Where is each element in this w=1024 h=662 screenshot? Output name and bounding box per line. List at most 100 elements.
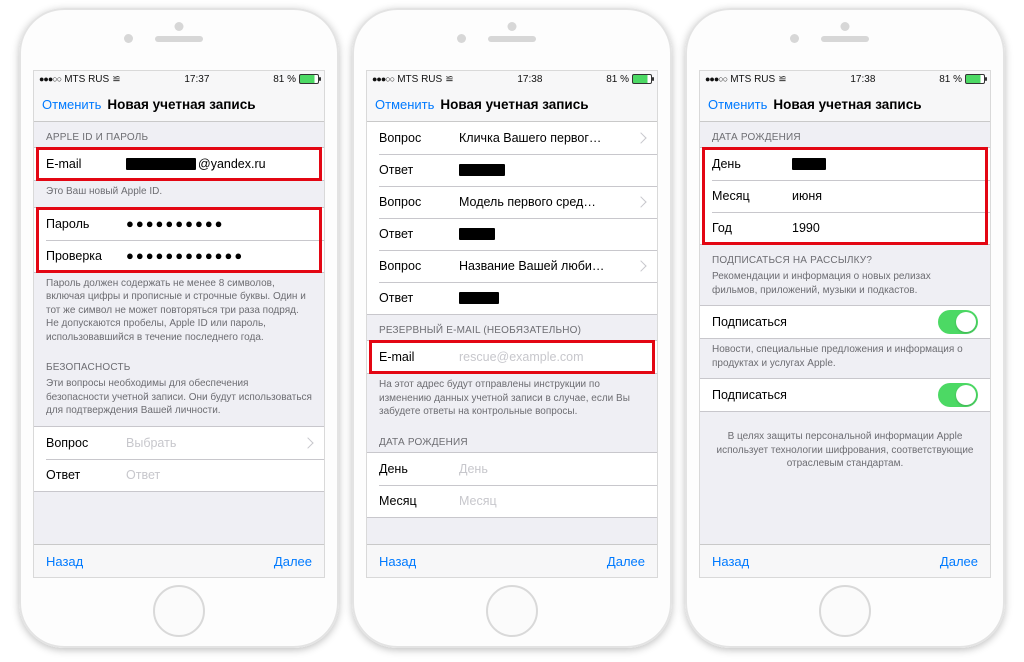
battery-icon	[299, 74, 319, 84]
email-footer: Это Ваш новый Apple ID.	[34, 181, 324, 207]
year-value: 1990	[792, 221, 978, 235]
q3-label: Вопрос	[379, 259, 459, 273]
answer-label: Ответ	[46, 468, 126, 482]
chevron-right-icon	[302, 437, 313, 448]
next-button[interactable]: Далее	[940, 554, 978, 569]
chevron-right-icon	[635, 196, 646, 207]
subscribe-toggle-2[interactable]: Подписаться	[700, 379, 990, 411]
battery-label: 81 %	[939, 74, 962, 85]
redacted-answer3	[459, 292, 499, 304]
password-label: Пароль	[46, 217, 126, 231]
question2-field[interactable]: Вопрос Модель первого сред…	[367, 186, 657, 218]
dob-group: День День Месяц Месяц	[367, 452, 657, 518]
subscribe-footer1: Рекомендации и информация о новых релиза…	[700, 270, 990, 305]
home-button[interactable]	[486, 585, 538, 637]
privacy-footer: В целях защиты персональной информации A…	[700, 412, 990, 479]
answer-field[interactable]: Ответ Ответ	[34, 459, 324, 491]
answer2-field[interactable]: Ответ	[367, 218, 657, 250]
answer1-field[interactable]: Ответ	[367, 154, 657, 186]
next-button[interactable]: Далее	[607, 554, 645, 569]
question1-field[interactable]: Вопрос Кличка Вашего первог…	[367, 122, 657, 154]
email-field[interactable]: E-mail @yandex.ru	[34, 148, 324, 180]
phone-2: ●●●○○ MTS RUS ≌ 17:38 81 % Отменить Нова…	[352, 8, 672, 648]
subscribe-group1: Подписаться	[700, 305, 990, 339]
q3-value: Название Вашей люби…	[459, 259, 631, 273]
footer-bar: Назад Далее	[34, 544, 324, 577]
clock: 17:38	[517, 74, 542, 85]
a1-label: Ответ	[379, 163, 459, 177]
screen-2: ●●●○○ MTS RUS ≌ 17:38 81 % Отменить Нова…	[366, 70, 658, 578]
phone-1: ●●●○○ MTS RUS ≌ 17:37 81 % Отменить Нова…	[19, 8, 339, 648]
q1-value: Кличка Вашего первог…	[459, 131, 631, 145]
cancel-button[interactable]: Отменить	[375, 97, 434, 112]
cancel-button[interactable]: Отменить	[708, 97, 767, 112]
nav-bar: Отменить Новая учетная запись	[367, 87, 657, 122]
password-value: ●●●●●●●●●●	[126, 216, 312, 231]
password-field[interactable]: Пароль ●●●●●●●●●●	[34, 208, 324, 240]
subscribe-label: Подписаться	[712, 315, 787, 329]
back-button[interactable]: Назад	[46, 554, 83, 569]
home-button[interactable]	[153, 585, 205, 637]
password-group: Пароль ●●●●●●●●●● Проверка ●●●●●●●●●●●●	[34, 207, 324, 273]
back-button[interactable]: Назад	[379, 554, 416, 569]
subscribe-label-2: Подписаться	[712, 388, 787, 402]
verify-field[interactable]: Проверка ●●●●●●●●●●●●	[34, 240, 324, 272]
questions-group: Вопрос Кличка Вашего первог… Ответ Вопро…	[367, 122, 657, 315]
month-placeholder: Месяц	[459, 494, 645, 508]
status-bar: ●●●○○ MTS RUS ≌ 17:38 81 %	[367, 71, 657, 87]
status-bar: ●●●○○ MTS RUS ≌ 17:38 81 %	[700, 71, 990, 87]
answer3-field[interactable]: Ответ	[367, 282, 657, 314]
password-footer: Пароль должен содержать не менее 8 симво…	[34, 273, 324, 353]
month-field[interactable]: Месяц июня	[700, 180, 990, 212]
redacted-day	[792, 158, 826, 170]
backup-email-header: РЕЗЕРВНЫЙ E-MAIL (НЕОБЯЗАТЕЛЬНО)	[367, 315, 657, 340]
question-placeholder: Выбрать	[126, 436, 298, 450]
screen-3: ●●●○○ MTS RUS ≌ 17:38 81 % Отменить Нова…	[699, 70, 991, 578]
day-label: День	[379, 462, 459, 476]
signal-icon: ●●●○○	[39, 74, 61, 84]
question3-field[interactable]: Вопрос Название Вашей люби…	[367, 250, 657, 282]
subscribe-toggle-1[interactable]: Подписаться	[700, 306, 990, 338]
page-title: Новая учетная запись	[107, 97, 255, 112]
signal-icon: ●●●○○	[705, 74, 727, 84]
verify-value: ●●●●●●●●●●●●	[126, 248, 312, 263]
page-title: Новая учетная запись	[773, 97, 921, 112]
next-button[interactable]: Далее	[274, 554, 312, 569]
battery-label: 81 %	[273, 74, 296, 85]
cancel-button[interactable]: Отменить	[42, 97, 101, 112]
month-value: июня	[792, 189, 978, 203]
q2-value: Модель первого сред…	[459, 195, 631, 209]
month-field[interactable]: Месяц Месяц	[367, 485, 657, 517]
email-value: @yandex.ru	[198, 157, 266, 171]
subscribe-group2: Подписаться	[700, 378, 990, 412]
q1-label: Вопрос	[379, 131, 459, 145]
day-field[interactable]: День	[700, 148, 990, 180]
year-label: Год	[712, 221, 792, 235]
question-field[interactable]: Вопрос Выбрать	[34, 427, 324, 459]
wifi-icon: ≌	[778, 74, 786, 85]
backup-email-field[interactable]: E-mail rescue@example.com	[367, 341, 657, 373]
month-label: Месяц	[712, 189, 792, 203]
email-label: E-mail	[46, 157, 126, 171]
page-title: Новая учетная запись	[440, 97, 588, 112]
verify-label: Проверка	[46, 249, 126, 263]
toggle-on-icon[interactable]	[938, 310, 978, 334]
security-footer: Эти вопросы необходимы для обеспечения б…	[34, 377, 324, 426]
day-label: День	[712, 157, 792, 171]
toggle-on-icon[interactable]	[938, 383, 978, 407]
back-button[interactable]: Назад	[712, 554, 749, 569]
redacted-answer2	[459, 228, 495, 240]
backup-email-placeholder: rescue@example.com	[459, 350, 645, 364]
a3-label: Ответ	[379, 291, 459, 305]
q2-label: Вопрос	[379, 195, 459, 209]
battery-icon	[965, 74, 985, 84]
wifi-icon: ≌	[445, 74, 453, 85]
carrier-label: MTS RUS	[730, 74, 775, 85]
a2-label: Ответ	[379, 227, 459, 241]
year-field[interactable]: Год 1990	[700, 212, 990, 244]
clock: 17:38	[850, 74, 875, 85]
home-button[interactable]	[819, 585, 871, 637]
email-group: E-mail @yandex.ru	[34, 147, 324, 181]
signal-icon: ●●●○○	[372, 74, 394, 84]
day-field[interactable]: День День	[367, 453, 657, 485]
